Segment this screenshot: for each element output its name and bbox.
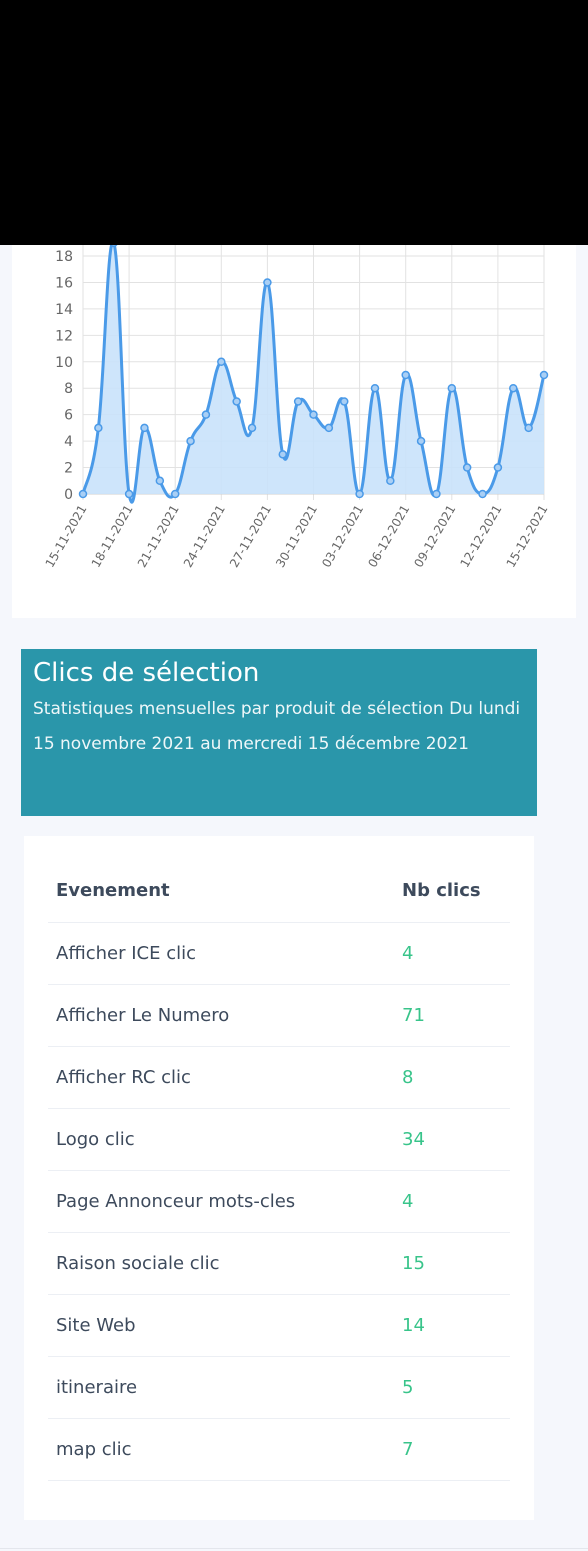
count-cell: 5 [394, 1356, 510, 1419]
x-tick-label: 15-11-2021 [43, 503, 90, 570]
y-tick-label: 4 [64, 434, 73, 450]
data-point[interactable] [201, 410, 211, 419]
x-tick-label: 12-12-2021 [457, 503, 504, 570]
data-point[interactable] [232, 397, 241, 406]
count-cell: 34 [394, 1108, 510, 1171]
bottom-divider [0, 1548, 588, 1549]
x-tick-label: 21-11-2021 [135, 503, 182, 570]
event-cell: Page Annonceur mots-cles [48, 1170, 394, 1233]
data-point[interactable] [186, 436, 195, 446]
count-cell: 71 [394, 984, 510, 1047]
event-cell: map clic [48, 1418, 394, 1481]
data-point[interactable] [370, 383, 380, 393]
data-point[interactable] [509, 383, 518, 393]
x-tick-label: 09-12-2021 [411, 503, 458, 570]
selection-clicks-header: Clics de sélection Statistiques mensuell… [21, 649, 537, 816]
count-cell: 14 [394, 1294, 510, 1357]
column-header-count: Nb clics [394, 860, 510, 923]
table-row: Raison sociale clic 15 [48, 1232, 510, 1295]
y-tick-label: 10 [55, 355, 73, 371]
x-tick-label: 06-12-2021 [365, 503, 412, 570]
data-point[interactable] [493, 463, 503, 472]
y-tick-label: 14 [55, 302, 73, 318]
section-title: Clics de sélection [33, 658, 260, 688]
data-point[interactable] [309, 410, 318, 419]
y-tick-label: 18 [55, 249, 73, 265]
table-row: Logo clic 34 [48, 1108, 510, 1171]
clicks-chart-card: 0 2 4 6 8 10 12 14 16 18 15-11-2021 18-11-2021 21-1… [12, 245, 576, 618]
data-point[interactable] [524, 423, 533, 433]
x-tick-label: 15-12-2021 [504, 503, 551, 570]
data-point[interactable] [263, 278, 272, 287]
data-point[interactable] [478, 489, 487, 499]
count-cell: 8 [394, 1046, 510, 1109]
data-point[interactable] [155, 476, 165, 486]
table-header-row: Evenement Nb clics [48, 860, 510, 923]
count-cell: 4 [394, 922, 510, 985]
clicks-table: Evenement Nb clics Afficher ICE clic 4 Af… [48, 860, 510, 1481]
section-subtitle: Statistiques mensuelles par produit de s… [33, 699, 521, 754]
data-point[interactable] [110, 245, 118, 248]
clicks-line-chart: 0 2 4 6 8 10 12 14 16 18 15-11-2021 18-11-2021 21-1… [43, 245, 551, 570]
x-tick-label: 24-11-2021 [181, 503, 228, 570]
data-point[interactable] [78, 489, 88, 499]
data-point[interactable] [170, 489, 180, 499]
y-tick-label: 6 [64, 408, 73, 424]
table-row: itineraire 5 [48, 1356, 510, 1419]
y-tick-label: 12 [55, 328, 73, 344]
count-cell: 7 [394, 1418, 510, 1481]
table-row: Afficher ICE clic 4 [48, 922, 510, 985]
data-point[interactable] [339, 397, 349, 406]
event-cell: Raison sociale clic [48, 1232, 394, 1295]
y-tick-label: 0 [64, 487, 73, 503]
x-tick-label: 30-11-2021 [273, 503, 320, 570]
count-cell: 15 [394, 1232, 510, 1295]
x-tick-label: 27-11-2021 [227, 503, 274, 570]
data-point[interactable] [140, 423, 149, 433]
data-point[interactable] [401, 370, 410, 380]
data-point[interactable] [94, 423, 103, 433]
event-cell: Site Web [48, 1294, 394, 1357]
y-tick-label: 8 [64, 381, 73, 397]
data-point[interactable] [217, 357, 226, 367]
event-cell: Afficher Le Numero [48, 984, 394, 1047]
data-point[interactable] [416, 436, 426, 446]
event-cell: Logo clic [48, 1108, 394, 1171]
data-point[interactable] [432, 489, 441, 499]
y-tick-label: 16 [55, 275, 73, 291]
event-cell: Afficher RC clic [48, 1046, 394, 1109]
event-cell: Afficher ICE clic [48, 922, 394, 985]
x-tick-label: 03-12-2021 [319, 503, 366, 570]
top-black-area [0, 0, 588, 245]
column-header-event: Evenement [48, 860, 394, 923]
table-row: Afficher RC clic 8 [48, 1046, 510, 1109]
data-point[interactable] [247, 423, 257, 433]
event-cell: itineraire [48, 1356, 394, 1419]
data-point[interactable] [293, 397, 303, 406]
clicks-table-card: Evenement Nb clics Afficher ICE clic 4 Af… [24, 836, 534, 1520]
data-point[interactable] [447, 383, 457, 393]
data-point[interactable] [278, 450, 288, 459]
data-point[interactable] [324, 423, 334, 433]
table-row: Afficher Le Numero 71 [48, 984, 510, 1047]
count-cell: 4 [394, 1170, 510, 1233]
data-point[interactable] [539, 370, 549, 380]
table-row: Page Annonceur mots-cles 4 [48, 1170, 510, 1233]
y-tick-label: 2 [64, 461, 73, 477]
data-point[interactable] [462, 463, 472, 472]
table-row: Site Web 14 [48, 1294, 510, 1357]
data-point[interactable] [386, 476, 395, 486]
x-tick-label: 18-11-2021 [89, 503, 136, 570]
data-point[interactable] [124, 489, 134, 499]
table-row: map clic 7 [48, 1418, 510, 1481]
data-point[interactable] [355, 489, 364, 499]
